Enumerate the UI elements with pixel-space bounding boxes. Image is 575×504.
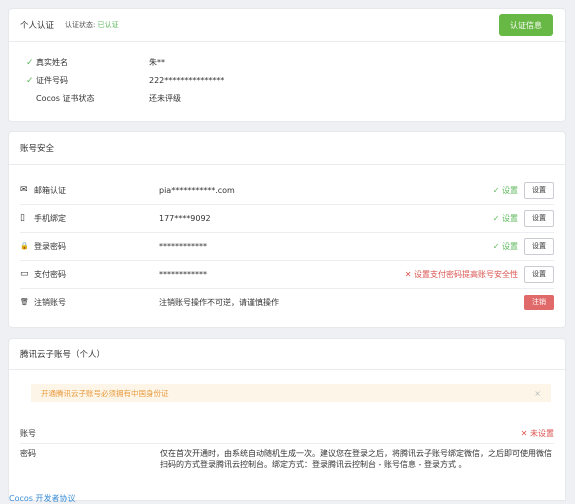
security-row-pay-password: ▭ 支付密码 ************ ✕ 设置支付密码提高账号安全性 设置 bbox=[20, 260, 554, 289]
info-label: Cocos 证书状态 bbox=[36, 94, 95, 103]
cancel-account-button[interactable]: 注销 bbox=[524, 294, 554, 310]
security-status: ✓ 设置 bbox=[492, 241, 518, 251]
security-label: 手机绑定 bbox=[34, 213, 66, 223]
mail-icon: ✉ bbox=[20, 185, 28, 195]
check-icon: ✓ bbox=[26, 75, 34, 86]
tencent-subaccount-card: 腾讯云子账号（个人） 开通腾讯云子账号必须拥有中国身份证 × 账号 ✕ 未设置 … bbox=[9, 339, 565, 500]
id-notice-text: 开通腾讯云子账号必须拥有中国身份证 bbox=[41, 388, 169, 398]
security-label: 登录密码 bbox=[34, 241, 66, 251]
security-status: ✓ 设置 bbox=[492, 213, 518, 223]
tencent-account-status: ✕ 未设置 bbox=[520, 428, 554, 438]
info-row-cocos-cert: Cocos 证书状态 还未评级 bbox=[26, 93, 181, 104]
info-label: 证件号码 bbox=[36, 76, 68, 85]
security-status: ✕ 设置支付密码提高账号安全性 bbox=[404, 269, 518, 279]
trash-icon: 🗑 bbox=[20, 298, 29, 306]
security-label: 邮箱认证 bbox=[34, 185, 66, 195]
account-security-title: 账号安全 bbox=[20, 144, 55, 154]
pay-password-set-button[interactable]: 设置 bbox=[524, 265, 554, 283]
cert-status: 认证状态: 已认证 bbox=[65, 20, 119, 30]
cert-info-button[interactable]: 认证信息 bbox=[499, 14, 553, 36]
account-security-header: 账号安全 bbox=[9, 132, 565, 165]
security-value: ************ bbox=[159, 241, 207, 251]
tencent-header: 腾讯云子账号（个人） bbox=[9, 339, 565, 370]
cert-status-value: 已认证 bbox=[97, 21, 119, 29]
tencent-password-label: 密码 bbox=[20, 449, 36, 458]
developer-agreement-link[interactable]: Cocos 开发者协议 bbox=[9, 493, 75, 504]
security-value: pia***********.com bbox=[159, 185, 235, 195]
cert-status-label: 认证状态: bbox=[65, 21, 96, 29]
close-icon[interactable]: × bbox=[534, 389, 541, 398]
security-status: ✓ 设置 bbox=[492, 185, 518, 195]
personal-cert-card: 个人认证 认证状态: 已认证 认证信息 ✓ 真实姓名 朱** ✓ 证件号码 22… bbox=[9, 9, 565, 121]
info-row-id: ✓ 证件号码 222*************** bbox=[26, 75, 224, 86]
personal-cert-header: 个人认证 认证状态: 已认证 认证信息 bbox=[9, 9, 565, 42]
security-label: 支付密码 bbox=[34, 269, 66, 279]
wallet-icon: ▭ bbox=[20, 269, 29, 279]
tencent-password-row: 密码 仅在首次开通时，由系统自动随机生成一次。建议您在登录之后，将腾讯云子账号绑… bbox=[20, 448, 554, 470]
tencent-account-label: 账号 bbox=[20, 428, 36, 438]
personal-cert-title: 个人认证 bbox=[20, 21, 55, 31]
check-icon: ✓ bbox=[26, 57, 34, 68]
phone-set-button[interactable]: 设置 bbox=[524, 209, 554, 227]
info-label: 真实姓名 bbox=[36, 58, 68, 67]
phone-icon: ▯ bbox=[20, 213, 25, 223]
tencent-title: 腾讯云子账号（个人） bbox=[20, 350, 106, 360]
account-security-card: 账号安全 ✉ 邮箱认证 pia***********.com ✓ 设置 设置 ▯… bbox=[9, 132, 565, 327]
login-password-set-button[interactable]: 设置 bbox=[524, 237, 554, 255]
info-value: 朱** bbox=[149, 58, 165, 67]
security-row-email: ✉ 邮箱认证 pia***********.com ✓ 设置 设置 bbox=[20, 176, 554, 205]
security-label: 注销账号 bbox=[34, 297, 66, 307]
security-value: 177****9092 bbox=[159, 213, 211, 223]
security-row-phone: ▯ 手机绑定 177****9092 ✓ 设置 设置 bbox=[20, 204, 554, 233]
id-notice: 开通腾讯云子账号必须拥有中国身份证 × bbox=[31, 384, 551, 402]
tencent-password-desc: 仅在首次开通时，由系统自动随机生成一次。建议您在登录之后，将腾讯云子账号绑定微信… bbox=[160, 449, 552, 469]
info-value: 222*************** bbox=[149, 76, 225, 85]
security-value: 注销账号操作不可逆，请谨慎操作 bbox=[159, 297, 279, 307]
security-row-cancel-account: 🗑 注销账号 注销账号操作不可逆，请谨慎操作 注销 bbox=[20, 288, 554, 316]
lock-icon: 🔒 bbox=[20, 242, 29, 250]
tencent-account-row: 账号 ✕ 未设置 bbox=[20, 423, 554, 444]
info-row-name: ✓ 真实姓名 朱** bbox=[26, 57, 165, 68]
security-value: ************ bbox=[159, 269, 207, 279]
info-value: 还未评级 bbox=[149, 94, 181, 103]
email-set-button[interactable]: 设置 bbox=[524, 181, 554, 199]
security-row-login-password: 🔒 登录密码 ************ ✓ 设置 设置 bbox=[20, 232, 554, 261]
